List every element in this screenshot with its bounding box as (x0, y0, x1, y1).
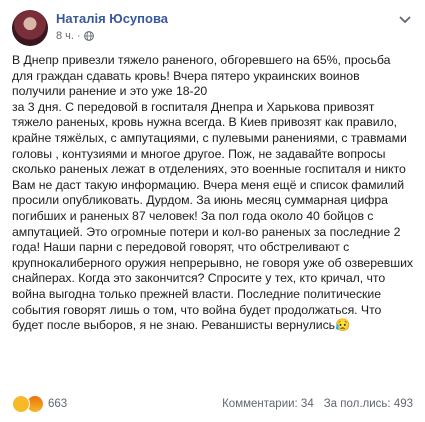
reaction-count: 663 (48, 398, 68, 410)
post-meta: 8 ч. · (56, 30, 94, 42)
comments-count[interactable]: Комментарии: 34 (222, 398, 314, 410)
sad-reaction-icon (12, 395, 30, 413)
globe-icon (83, 31, 94, 41)
post-body: В Днепр привезли тяжело раненого, обгоре… (12, 53, 414, 334)
post-paragraph: В Днепр привезли тяжело раненого, обгоре… (12, 53, 394, 99)
author-avatar[interactable] (12, 10, 48, 46)
chevron-down-icon[interactable] (399, 16, 411, 24)
post-stats: Комментарии: 34 За пол.лись: 493 (222, 398, 413, 410)
post-footer: 663 Комментарии: 34 За пол.лись: 493 (12, 394, 413, 414)
facebook-post: Наталія Юсупова 8 ч. · В Днепр привезли … (0, 0, 425, 422)
post-paragraph: за 3 дня. С передовой в госпиталя Днепра… (12, 99, 417, 333)
author-name[interactable]: Наталія Юсупова (56, 11, 168, 26)
post-header: Наталія Юсупова 8 ч. · (12, 10, 413, 50)
shares-count[interactable]: За пол.лись: 493 (324, 398, 413, 410)
reactions-summary[interactable]: 663 (12, 395, 67, 413)
post-time[interactable]: 8 ч. (56, 30, 74, 42)
